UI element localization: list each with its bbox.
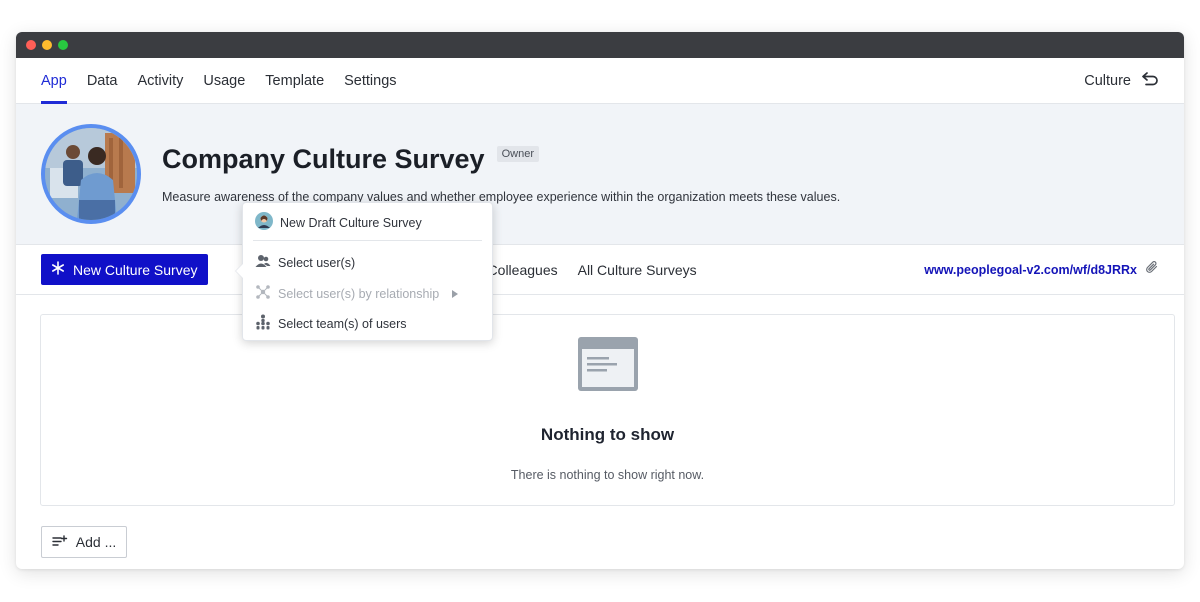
menu-item-new-draft[interactable]: New Draft Culture Survey (255, 212, 422, 233)
tab-activity[interactable]: Activity (137, 58, 183, 104)
maximize-window-button[interactable] (58, 40, 68, 50)
empty-state-card: Nothing to show There is nothing to show… (40, 314, 1175, 506)
dropdown-caret (235, 263, 243, 279)
tab-data[interactable]: Data (87, 58, 118, 104)
menu-item-select-by-relationship-label: Select user(s) by relationship (278, 286, 440, 301)
new-survey-dropdown: New Draft Culture Survey Select user(s) … (235, 202, 493, 341)
menu-item-select-teams[interactable]: Select team(s) of users (255, 314, 407, 333)
top-navigation: App Data Activity Usage Template Setting… (16, 58, 1184, 104)
minimize-window-button[interactable] (42, 40, 52, 50)
owner-badge: Owner (496, 145, 539, 162)
culture-back-link[interactable]: Culture (1084, 71, 1159, 90)
empty-state-subtitle: There is nothing to show right now. (510, 468, 705, 482)
team-icon (255, 314, 271, 333)
menu-item-select-users-label: Select user(s) (278, 255, 356, 270)
new-culture-survey-button[interactable]: New Culture Survey (41, 254, 208, 285)
app-header: Company Culture Survey Owner Measure awa… (16, 104, 1184, 245)
share-link[interactable]: www.peoplegoal-v2.com/wf/d8JRRx (924, 260, 1159, 279)
add-list-icon (52, 534, 68, 550)
survey-subtabs: r Colleagues All Culture Surveys (479, 245, 697, 295)
tab-app[interactable]: App (41, 58, 67, 104)
menu-item-new-draft-label: New Draft Culture Survey (280, 215, 422, 230)
tab-template[interactable]: Template (265, 58, 324, 104)
submenu-arrow-icon (452, 287, 459, 301)
users-icon (255, 254, 271, 271)
page-title-text: Company Culture Survey (162, 144, 485, 174)
action-bar: New Culture Survey r Colleagues All Cult… (16, 245, 1184, 295)
new-culture-survey-label: New Culture Survey (73, 261, 198, 278)
app-avatar (41, 124, 141, 224)
culture-label: Culture (1084, 72, 1131, 89)
menu-item-select-by-relationship[interactable]: Select user(s) by relationship (255, 284, 459, 303)
empty-state-title: Nothing to show (540, 425, 675, 444)
app-window: App Data Activity Usage Template Setting… (16, 32, 1184, 569)
window-titlebar (16, 32, 1184, 58)
tab-all-culture-surveys[interactable]: All Culture Surveys (578, 262, 697, 278)
dropdown-divider (253, 240, 482, 241)
user-avatar-icon (255, 212, 273, 233)
empty-window-icon (578, 337, 638, 396)
add-button-label: Add ... (75, 534, 117, 550)
paperclip-icon (1145, 260, 1159, 279)
menu-item-select-users[interactable]: Select user(s) (255, 254, 355, 271)
tab-usage[interactable]: Usage (203, 58, 245, 104)
asterisk-icon (51, 261, 65, 278)
share-url[interactable]: www.peoplegoal-v2.com/wf/d8JRRx (924, 263, 1137, 277)
page-title: Company Culture Survey Owner (162, 144, 539, 175)
tab-settings[interactable]: Settings (344, 58, 396, 104)
menu-item-select-teams-label: Select team(s) of users (278, 316, 407, 331)
close-window-button[interactable] (26, 40, 36, 50)
relationship-icon (255, 284, 271, 303)
add-button[interactable]: Add ... (41, 526, 127, 558)
back-arrow-icon (1141, 71, 1159, 90)
